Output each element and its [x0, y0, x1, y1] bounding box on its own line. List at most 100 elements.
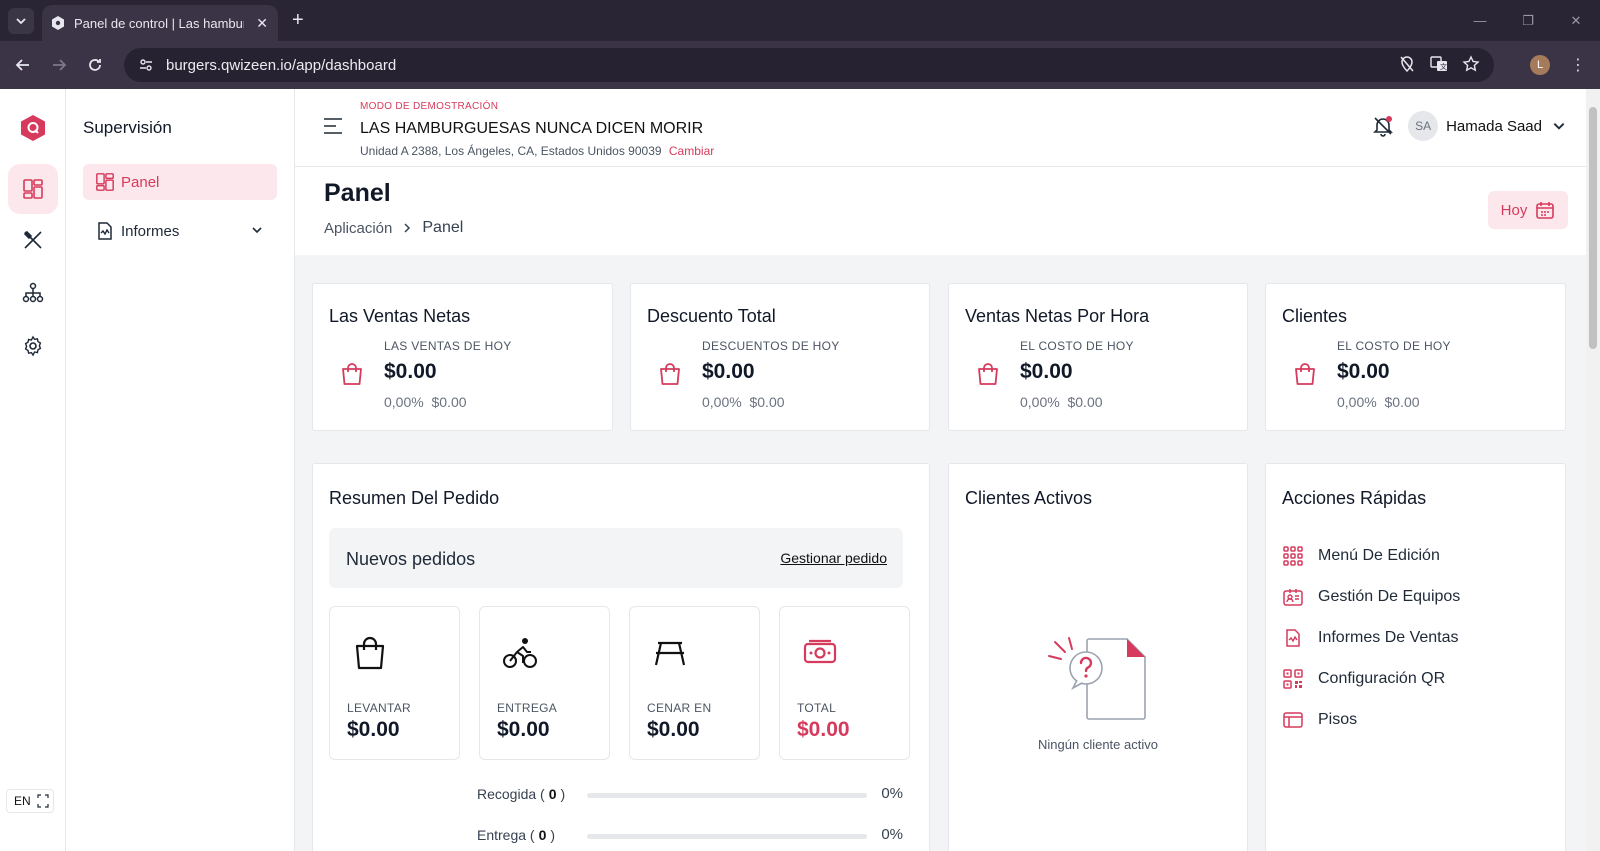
change-store-link[interactable]: Cambiar [669, 144, 714, 158]
language-switcher[interactable]: EN [6, 789, 54, 813]
page-heading: Panel Aplicación Panel Hoy [295, 167, 1586, 255]
stat-title: Las Ventas Netas [329, 306, 471, 326]
icon-rail: EN [0, 89, 66, 851]
date-filter-button[interactable]: Hoy [1488, 191, 1568, 229]
quick-actions-title: Acciones Rápidas [1282, 488, 1427, 508]
empty-document-question-icon [1048, 637, 1146, 720]
active-clients-card: Clientes Activos Ningún cliente activo [948, 463, 1248, 851]
minimize-icon[interactable]: — [1456, 0, 1504, 41]
quick-action-qr-config[interactable]: Configuración QR [1282, 666, 1445, 692]
close-window-icon[interactable]: ✕ [1552, 0, 1600, 41]
browser-toolbar: burgers.qwizeen.io/app/dashboard 文 L ⋮ [0, 41, 1600, 89]
forward-icon[interactable] [49, 55, 69, 75]
site-settings-icon[interactable] [134, 53, 158, 77]
tab-title: Panel de control | Las hamburguesas nunc… [74, 15, 244, 31]
shopping-bag-icon [355, 636, 385, 670]
app-logo-icon[interactable] [21, 115, 45, 141]
scrollbar-thumb[interactable] [1589, 107, 1597, 349]
stat-caption: DESCUENTOS DE HOY [702, 339, 840, 353]
store-address-text: Unidad A 2388, Los Ángeles, CA, Estados … [360, 144, 662, 158]
report-icon [98, 222, 112, 240]
quick-action-sales-reports[interactable]: Informes De Ventas [1282, 625, 1459, 651]
profile-avatar[interactable]: L [1530, 55, 1550, 75]
notifications-button[interactable] [1372, 115, 1394, 137]
stat-card-total-discount: Descuento Total DESCUENTOS DE HOY $0.00 … [630, 283, 930, 431]
order-tile-value: $0.00 [647, 718, 700, 741]
qr-icon [1283, 669, 1303, 689]
shopping-bag-icon [342, 363, 362, 385]
active-clients-title: Clientes Activos [965, 488, 1093, 508]
translate-icon[interactable]: 文 [1430, 55, 1448, 73]
order-tile-delivery[interactable]: ENTREGA $0.00 [479, 606, 610, 760]
stat-pct: 0,00% [1337, 394, 1377, 410]
rail-organization[interactable] [8, 268, 58, 318]
progress-row-delivery: Entrega (0) 0% [477, 826, 903, 843]
chevron-down-icon[interactable] [1552, 119, 1566, 133]
stat-pct: 0,00% [702, 394, 742, 410]
location-off-icon[interactable] [1398, 55, 1416, 73]
manage-orders-link[interactable]: Gestionar pedido [780, 550, 887, 566]
back-icon[interactable] [13, 55, 33, 75]
quick-action-floors[interactable]: Pisos [1282, 707, 1357, 733]
sidebar-title: Supervisión [83, 118, 172, 137]
order-tile-value: $0.00 [797, 718, 850, 741]
breadcrumb-item-app[interactable]: Aplicación [324, 220, 392, 237]
url-text: burgers.qwizeen.io/app/dashboard [166, 56, 397, 74]
svg-text:文: 文 [1440, 62, 1447, 71]
browser-tab[interactable]: Panel de control | Las hamburguesas nunc… [42, 5, 278, 41]
floor-icon [1283, 712, 1303, 728]
id-card-icon [1283, 589, 1303, 606]
rail-settings[interactable] [8, 321, 58, 371]
order-tile-label: LEVANTAR [347, 701, 411, 715]
user-avatar[interactable]: SA [1408, 111, 1439, 141]
quick-action-edit-menu[interactable]: Menú De Edición [1282, 543, 1440, 569]
restore-icon[interactable]: ❐ [1504, 0, 1552, 41]
bookmark-star-icon[interactable] [1462, 55, 1480, 73]
calendar-icon [1536, 202, 1555, 219]
stat-pct: 0,00% [1020, 394, 1060, 410]
address-bar[interactable]: burgers.qwizeen.io/app/dashboard 文 [124, 48, 1494, 82]
browser-tabbar: Panel de control | Las hamburguesas nunc… [0, 0, 1600, 41]
progress-row-pickup: Recogida (0) 0% [477, 785, 903, 802]
quick-action-label: Configuración QR [1318, 670, 1446, 687]
tab-search-button[interactable] [8, 8, 34, 34]
order-tile-total[interactable]: TOTAL $0.00 [779, 606, 910, 760]
language-code: EN [14, 794, 31, 808]
quick-action-label: Menú De Edición [1318, 547, 1440, 564]
hamburger-menu-icon[interactable] [323, 117, 343, 135]
bell-off-icon [1373, 116, 1394, 137]
reload-icon[interactable] [85, 55, 105, 75]
stat-change: 0,00% $0.00 [702, 394, 785, 410]
stat-caption: EL COSTO DE HOY [1020, 339, 1134, 353]
breadcrumb: Aplicación Panel [324, 219, 463, 237]
sidebar-item-panel[interactable]: Panel [83, 164, 277, 200]
quick-action-team-management[interactable]: Gestión De Equipos [1282, 584, 1460, 610]
browser-menu-icon[interactable]: ⋮ [1570, 55, 1586, 75]
page-title: Panel [324, 179, 391, 207]
sidebar-item-label: Panel [121, 173, 160, 191]
shopping-bag-icon [1295, 363, 1315, 385]
new-tab-icon[interactable]: + [292, 10, 304, 30]
order-tile-pickup[interactable]: LEVANTAR $0.00 [329, 606, 460, 760]
order-tile-value: $0.00 [347, 718, 400, 741]
progress-count: 0 [538, 827, 547, 843]
tab-close-icon[interactable]: ✕ [256, 15, 268, 32]
rail-dashboard[interactable] [8, 164, 58, 214]
order-summary-card: Resumen Del Pedido Nuevos pedidos Gestio… [312, 463, 930, 851]
fullscreen-icon [37, 794, 49, 808]
stat-change: 0,00% $0.00 [1020, 394, 1103, 410]
stat-card-net-sales: Las Ventas Netas LAS VENTAS DE HOY $0.00… [312, 283, 613, 431]
table-icon [654, 641, 686, 666]
progress-percent: 0% [881, 785, 903, 802]
sidebar-item-informes[interactable]: Informes [83, 213, 277, 249]
rail-menu[interactable] [8, 215, 58, 265]
order-summary-title: Resumen Del Pedido [329, 488, 500, 508]
order-tile-dine-in[interactable]: CENAR EN $0.00 [629, 606, 760, 760]
stat-value: $0.00 [702, 360, 755, 383]
shopping-bag-icon [660, 363, 680, 385]
user-name[interactable]: Hamada Saad [1446, 118, 1542, 135]
stat-title: Descuento Total [647, 306, 776, 326]
page-scrollbar[interactable] [1586, 89, 1600, 851]
quick-action-label: Informes De Ventas [1318, 629, 1459, 646]
stat-value: $0.00 [384, 360, 437, 383]
